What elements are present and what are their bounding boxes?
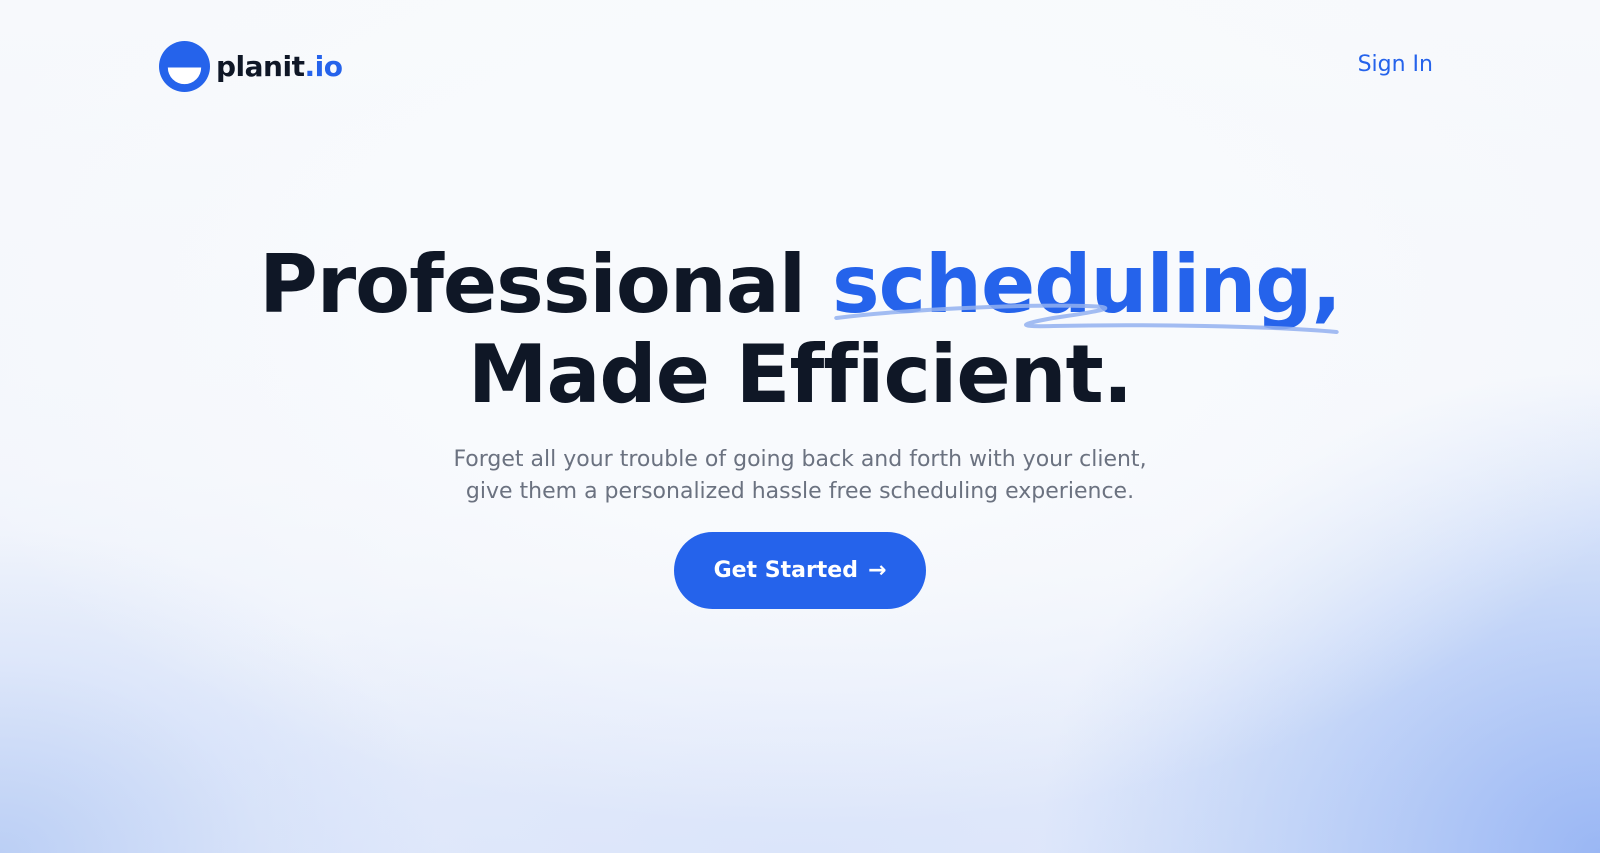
hero-subtitle-line2: give them a personalized hassle free sch… <box>465 479 1135 504</box>
hero-section: Professional scheduling, Made Efficient.… <box>0 240 1600 609</box>
brand-name-main: planit <box>216 49 305 83</box>
hero-title-highlight: scheduling, <box>832 238 1342 334</box>
brand-logo-link[interactable]: planit.io <box>159 41 343 92</box>
brand-name-suffix: .io <box>304 49 343 83</box>
top-nav: planit.io Sign In <box>0 0 1600 134</box>
hero-title-line2: Made Efficient. <box>467 328 1133 421</box>
hero-subtitle: Forget all your trouble of going back an… <box>0 444 1600 508</box>
hero-title-part1: Professional <box>259 238 806 331</box>
get-started-label: Get Started <box>713 558 858 583</box>
hero-subtitle-line1: Forget all your trouble of going back an… <box>453 447 1147 472</box>
arrow-right-icon: → <box>867 557 887 583</box>
hero-title-line1: Professional scheduling, <box>0 238 1600 334</box>
hero-title: Professional scheduling, Made Efficient. <box>0 240 1600 420</box>
brand-name: planit.io <box>216 49 343 83</box>
get-started-button[interactable]: Get Started → <box>674 532 926 609</box>
sign-in-link[interactable]: Sign In <box>1358 52 1433 77</box>
hero-title-highlight-text: scheduling, <box>832 238 1342 331</box>
logo-icon <box>159 41 210 92</box>
